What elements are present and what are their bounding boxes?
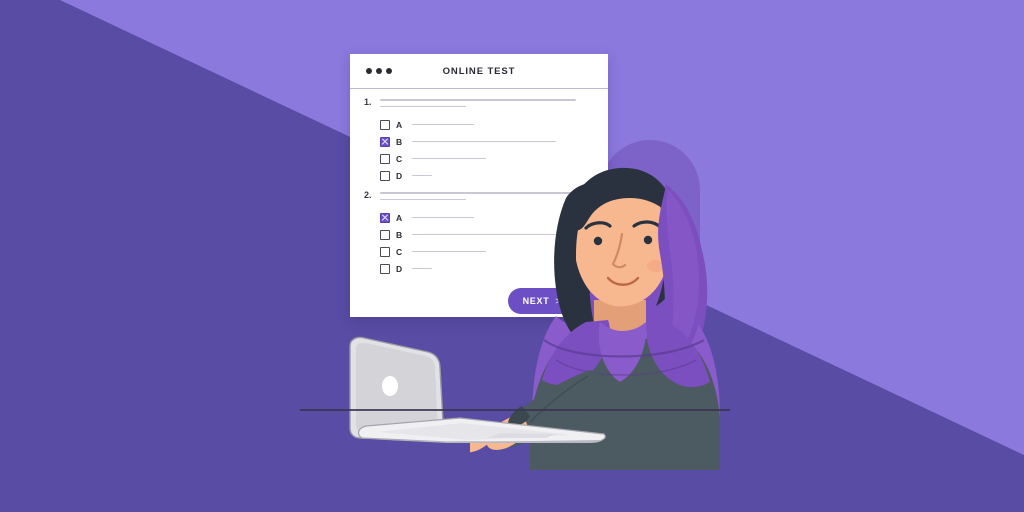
question-prompt: 1. bbox=[350, 97, 608, 112]
illustration-canvas: ONLINE TEST 1.ABCD2.ABCD NEXT > bbox=[0, 0, 1024, 512]
card-header: ONLINE TEST bbox=[350, 54, 608, 89]
checkbox-icon[interactable] bbox=[380, 263, 390, 274]
option-letter: D bbox=[396, 170, 403, 181]
question-number: 2. bbox=[364, 190, 372, 200]
option-placeholder-line bbox=[412, 123, 474, 126]
checkbox-icon[interactable] bbox=[380, 170, 390, 181]
option-letter: B bbox=[396, 136, 403, 147]
option-letter: A bbox=[396, 212, 403, 223]
option-placeholder-line bbox=[412, 267, 432, 270]
option-placeholder-line bbox=[412, 216, 474, 219]
option-letter: D bbox=[396, 263, 403, 274]
checkbox-checked-icon[interactable] bbox=[380, 212, 390, 223]
question-text-lines bbox=[380, 97, 608, 112]
laptop bbox=[320, 330, 620, 460]
option-letter: B bbox=[396, 229, 403, 240]
checkbox-icon[interactable] bbox=[380, 246, 390, 257]
checkbox-icon[interactable] bbox=[380, 119, 390, 130]
checkbox-checked-icon[interactable] bbox=[380, 136, 390, 147]
option-placeholder-line bbox=[412, 174, 432, 177]
checkbox-icon[interactable] bbox=[380, 229, 390, 240]
placeholder-line bbox=[380, 198, 466, 200]
window-dot-icon[interactable] bbox=[376, 68, 382, 74]
window-dot-icon[interactable] bbox=[366, 68, 372, 74]
option-letter: C bbox=[396, 246, 403, 257]
placeholder-line bbox=[380, 99, 576, 101]
option-letter: C bbox=[396, 153, 403, 164]
option-letter: A bbox=[396, 119, 403, 130]
window-dot-icon[interactable] bbox=[386, 68, 392, 74]
question-number: 1. bbox=[364, 97, 372, 107]
desk-surface-line bbox=[300, 409, 730, 411]
placeholder-line bbox=[380, 105, 466, 107]
window-dots bbox=[366, 68, 392, 74]
checkbox-icon[interactable] bbox=[380, 153, 390, 164]
